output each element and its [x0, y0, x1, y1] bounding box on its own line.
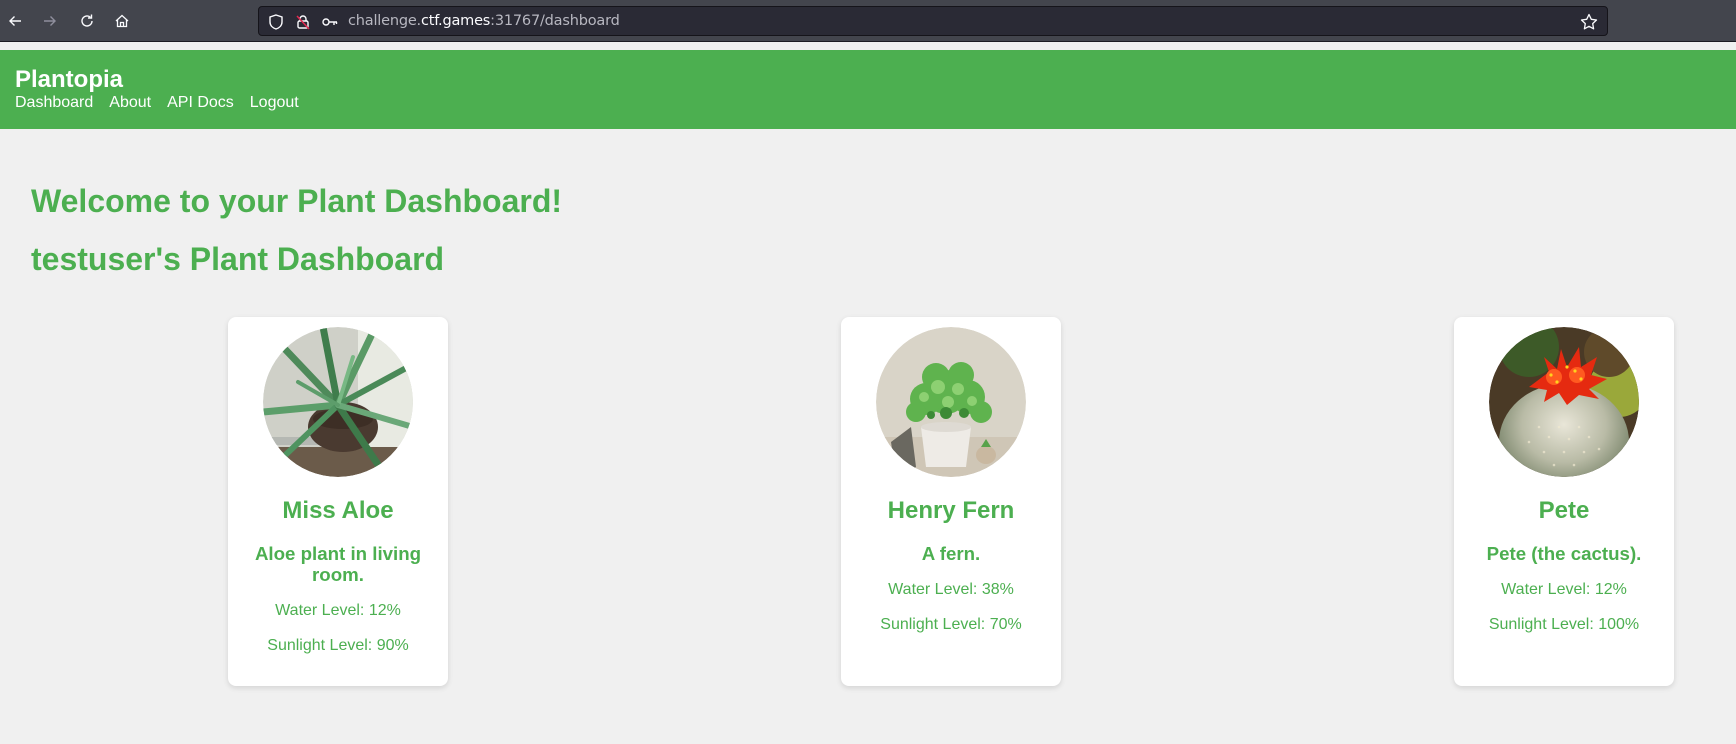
arrow-right-icon [44, 16, 56, 26]
home-icon [115, 14, 129, 28]
site-header: Plantopia Dashboard About API Docs Logou… [0, 50, 1736, 129]
key-icon[interactable] [321, 13, 339, 31]
reload-icon [81, 14, 93, 27]
plant-description: Aloe plant in living room. [254, 543, 422, 585]
aloe-plant-photo [263, 327, 413, 477]
sunlight-level: Sunlight Level: 90% [267, 637, 409, 654]
welcome-heading: Welcome to your Plant Dashboard! [31, 183, 563, 219]
back-button[interactable] [3, 9, 27, 33]
plant-description: Pete (the cactus). [1486, 543, 1642, 564]
shield-icon[interactable] [267, 13, 285, 31]
url-text[interactable]: challenge.ctf.games:31767/dashboard [348, 13, 620, 29]
plant-description: A fern. [921, 543, 981, 564]
address-bar[interactable]: challenge.ctf.games:31767/dashboard [258, 6, 1608, 36]
sunlight-level: Sunlight Level: 70% [880, 616, 1022, 633]
fern-plant-photo [876, 327, 1026, 477]
site-brand: Plantopia [15, 66, 124, 93]
plant-name: Pete [1538, 497, 1590, 524]
cactus-plant-photo [1489, 327, 1639, 477]
plant-card: Miss Aloe Aloe plant in living room. Wat… [228, 317, 448, 686]
sunlight-level: Sunlight Level: 100% [1488, 616, 1640, 633]
nav-link-dashboard[interactable]: Dashboard [15, 93, 93, 113]
browser-toolbar: challenge.ctf.games:31767/dashboard [0, 0, 1736, 42]
water-level: Water Level: 12% [1501, 581, 1627, 598]
nav-link-logout[interactable]: Logout [250, 93, 299, 113]
insecure-lock-icon[interactable] [294, 13, 312, 31]
plant-card: Henry Fern A fern. Water Level: 38% Sunl… [841, 317, 1061, 686]
plant-card: Pete Pete (the cactus). Water Level: 12%… [1454, 317, 1674, 686]
nav-link-about[interactable]: About [109, 93, 151, 113]
forward-button[interactable] [38, 9, 62, 33]
bookmark-star-icon[interactable] [1579, 12, 1599, 32]
plant-name: Miss Aloe [282, 497, 394, 524]
user-dashboard-heading: testuser's Plant Dashboard [31, 241, 445, 277]
reload-button[interactable] [75, 9, 99, 33]
site-nav: Dashboard About API Docs Logout [15, 93, 1721, 113]
nav-link-api-docs[interactable]: API Docs [167, 93, 234, 113]
home-button[interactable] [110, 9, 134, 33]
water-level: Water Level: 12% [275, 602, 401, 619]
water-level: Water Level: 38% [888, 581, 1014, 598]
arrow-left-icon [9, 16, 21, 26]
plant-name: Henry Fern [887, 497, 1015, 524]
page-top-gap [0, 42, 1736, 50]
